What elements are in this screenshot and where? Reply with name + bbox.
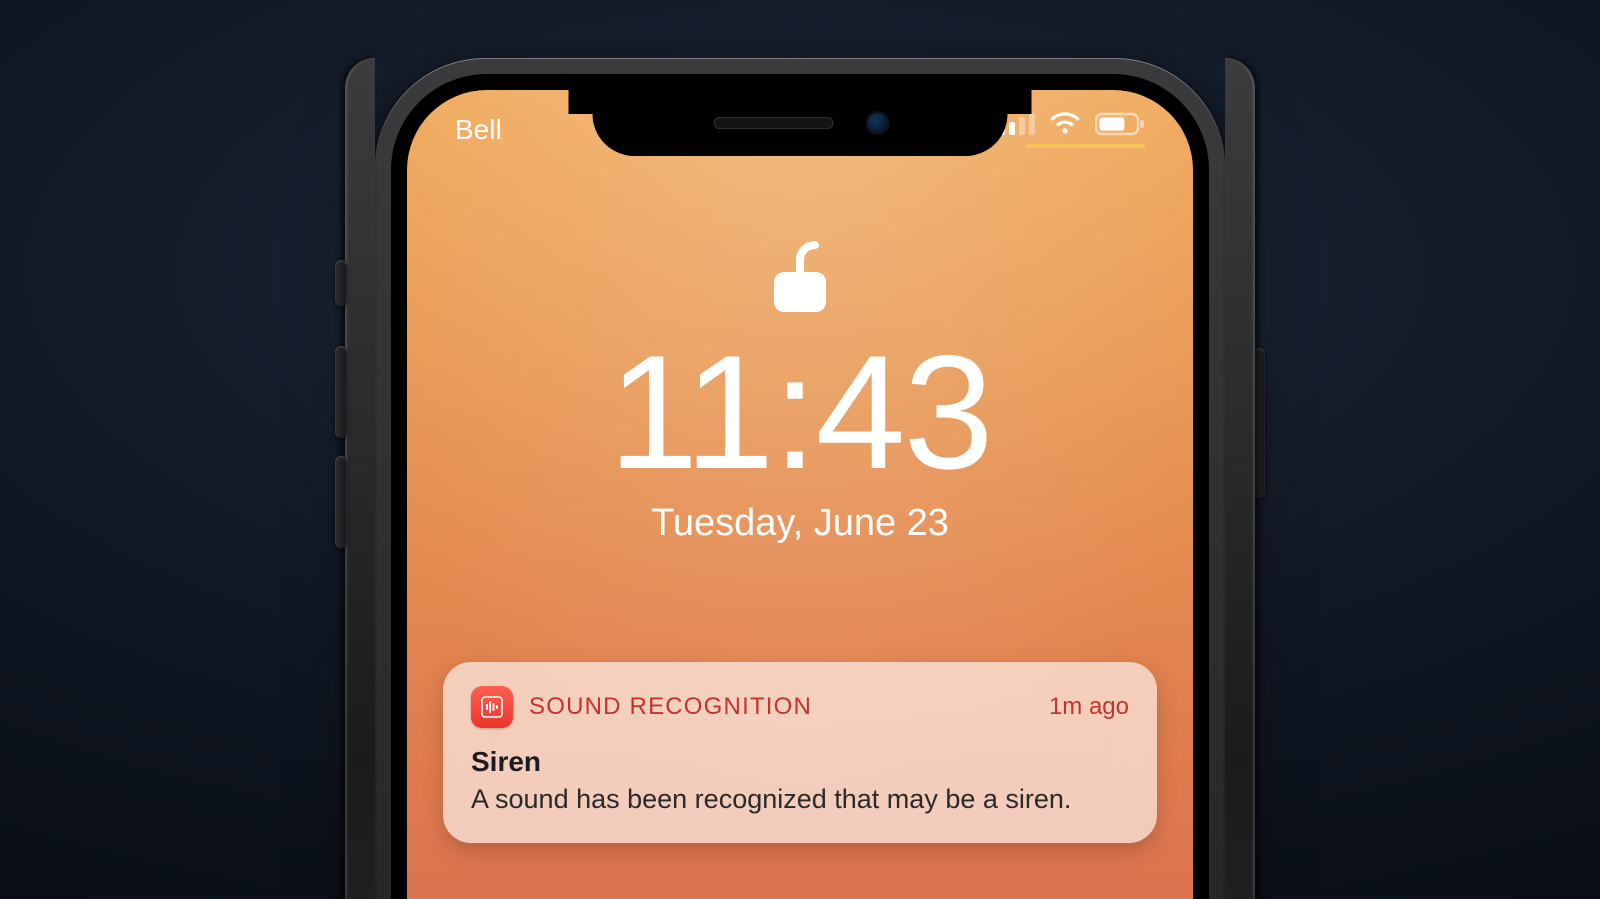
phone-bezel: Bell (393, 76, 1207, 899)
clock-date: Tuesday, June 23 (651, 502, 949, 545)
notification-app-name: SOUND RECOGNITION (529, 693, 812, 721)
notification-title: Siren (471, 746, 1129, 778)
battery-icon (1095, 112, 1145, 136)
carrier-label: Bell (455, 114, 502, 146)
volume-down-button[interactable] (335, 456, 347, 548)
status-underline (1025, 144, 1145, 148)
notification-timestamp: 1m ago (1049, 693, 1129, 721)
earpiece-speaker-icon (713, 117, 833, 129)
notification-card[interactable]: SOUND RECOGNITION 1m ago Siren A sound h… (443, 662, 1157, 843)
clock-time: 11:43 (608, 332, 991, 494)
notch (593, 90, 1008, 156)
lockscreen-content: 11:43 Tuesday, June 23 (407, 210, 1193, 545)
volume-up-button[interactable] (335, 346, 347, 438)
mute-switch[interactable] (335, 260, 347, 306)
lock-screen[interactable]: Bell (407, 90, 1193, 899)
power-button[interactable] (1253, 348, 1265, 498)
sound-recognition-app-icon (471, 686, 513, 728)
front-camera-icon (867, 113, 887, 133)
phone-frame: Bell (375, 58, 1225, 899)
notification-body: A sound has been recognized that may be … (471, 782, 1129, 817)
unlocked-icon (768, 240, 832, 318)
wifi-icon (1049, 112, 1081, 136)
